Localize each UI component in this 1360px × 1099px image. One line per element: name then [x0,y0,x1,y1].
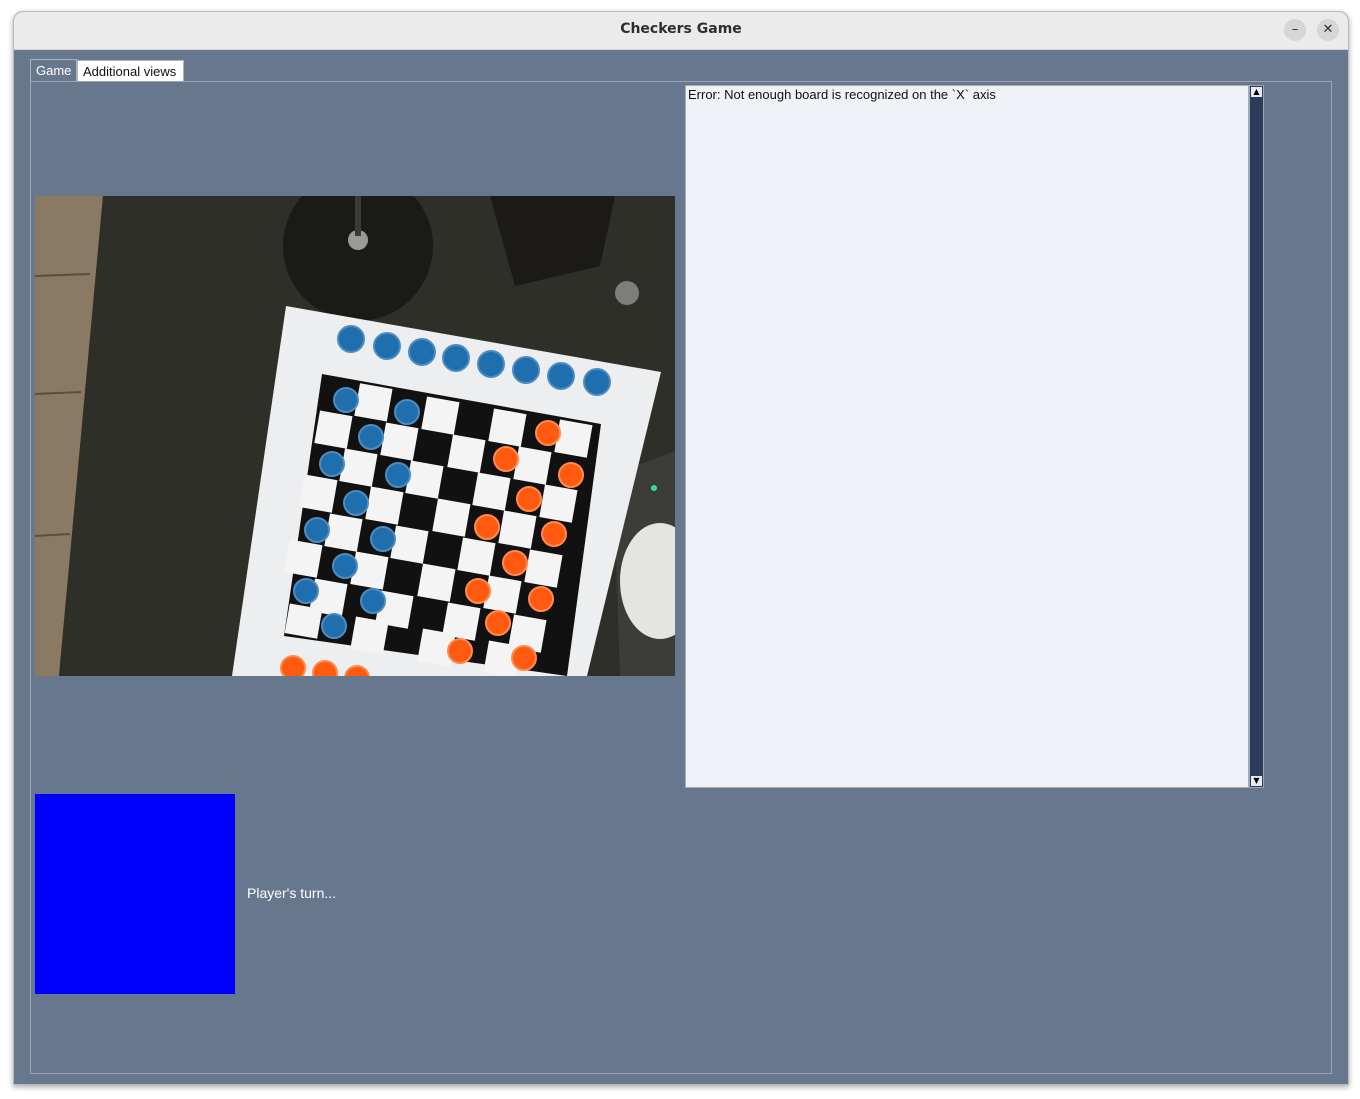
tab-game[interactable]: Game [30,59,77,82]
tab-additional-views[interactable]: Additional views [77,60,184,81]
close-button[interactable]: ✕ [1317,19,1339,41]
scroll-up-icon[interactable]: ▲ [1251,87,1262,97]
title-bar[interactable]: Checkers Game – ✕ [14,12,1348,50]
error-message: Error: Not enough board is recognized on… [688,87,996,102]
message-log[interactable]: Error: Not enough board is recognized on… [685,85,1249,788]
minimize-icon: – [1291,22,1299,37]
log-scrollbar[interactable]: ▲ ▼ [1249,85,1264,788]
minimize-button[interactable]: – [1284,19,1306,41]
app-window: Checkers Game – ✕ Game Additional views [13,11,1349,1085]
turn-status-label: Player's turn... [247,885,337,901]
close-icon: ✕ [1322,22,1334,37]
scroll-down-icon[interactable]: ▼ [1251,776,1262,786]
window-title: Checkers Game [620,21,742,37]
camera-feed [35,196,675,676]
camera-feed-image [35,196,675,676]
turn-color-indicator [35,794,235,994]
